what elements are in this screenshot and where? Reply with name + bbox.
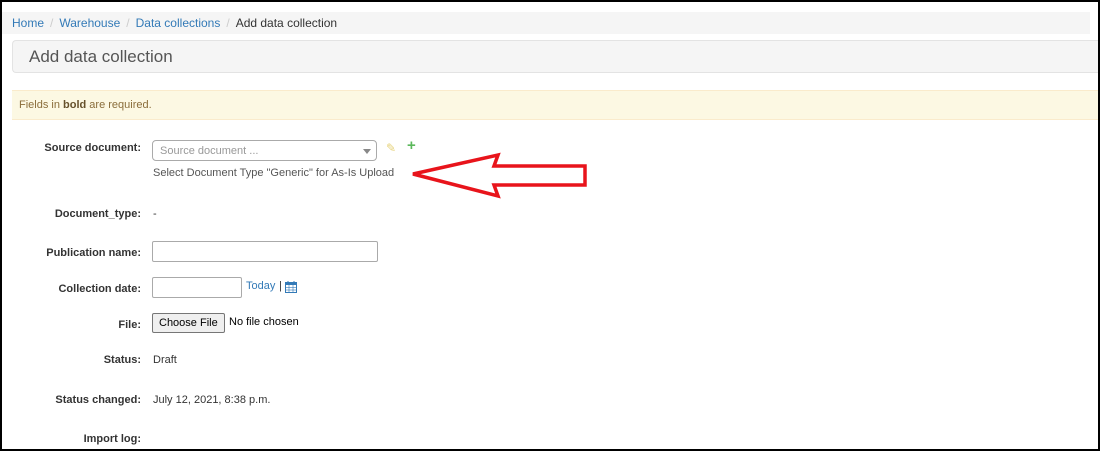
arrow-left-icon bbox=[412, 152, 587, 199]
source-document-label: Source document: bbox=[44, 142, 141, 154]
publication-name-label: Publication name: bbox=[46, 247, 141, 259]
document-type-value: - bbox=[153, 208, 157, 220]
status-changed-label: Status changed: bbox=[55, 394, 141, 406]
source-document-help: Select Document Type "Generic" for As-Is… bbox=[153, 167, 395, 179]
import-log-label: Import log: bbox=[83, 433, 141, 445]
publication-name-input[interactable] bbox=[152, 241, 378, 262]
chevron-down-icon bbox=[363, 149, 371, 154]
breadcrumb-data-collections[interactable]: Data collections bbox=[136, 16, 221, 30]
pencil-icon[interactable]: ✎ bbox=[386, 141, 396, 155]
alert-suffix: are required. bbox=[86, 99, 152, 111]
calendar-icon[interactable] bbox=[285, 281, 297, 293]
file-label: File: bbox=[118, 319, 141, 331]
status-value: Draft bbox=[153, 354, 177, 366]
today-link[interactable]: Today bbox=[246, 280, 275, 292]
document-type-label: Document_type: bbox=[54, 208, 141, 220]
collection-date-label: Collection date: bbox=[58, 283, 141, 295]
status-changed-value: July 12, 2021, 8:38 p.m. bbox=[153, 394, 271, 406]
source-document-select[interactable]: Source document ... bbox=[152, 140, 377, 161]
breadcrumb-warehouse[interactable]: Warehouse bbox=[59, 16, 120, 30]
alert-prefix: Fields in bbox=[19, 99, 64, 111]
file-status: No file chosen bbox=[229, 316, 299, 328]
breadcrumb-current: Add data collection bbox=[235, 16, 338, 30]
breadcrumb-separator: / bbox=[126, 16, 130, 30]
alert-bold: bold bbox=[63, 99, 87, 111]
choose-file-button[interactable]: Choose File bbox=[152, 313, 225, 333]
collection-date-input[interactable] bbox=[152, 277, 242, 298]
required-fields-alert: Fields in bold are required. bbox=[12, 90, 1098, 120]
breadcrumb-separator: / bbox=[226, 16, 230, 30]
breadcrumb-home[interactable]: Home bbox=[12, 16, 44, 30]
breadcrumb: Home / Warehouse / Data collections / Add data… bbox=[2, 12, 1090, 34]
date-separator: | bbox=[279, 280, 282, 292]
page-title: Add data collection bbox=[12, 40, 1098, 73]
source-document-placeholder: Source document ... bbox=[160, 145, 259, 157]
breadcrumb-separator: / bbox=[50, 16, 54, 30]
status-label: Status: bbox=[103, 354, 141, 366]
